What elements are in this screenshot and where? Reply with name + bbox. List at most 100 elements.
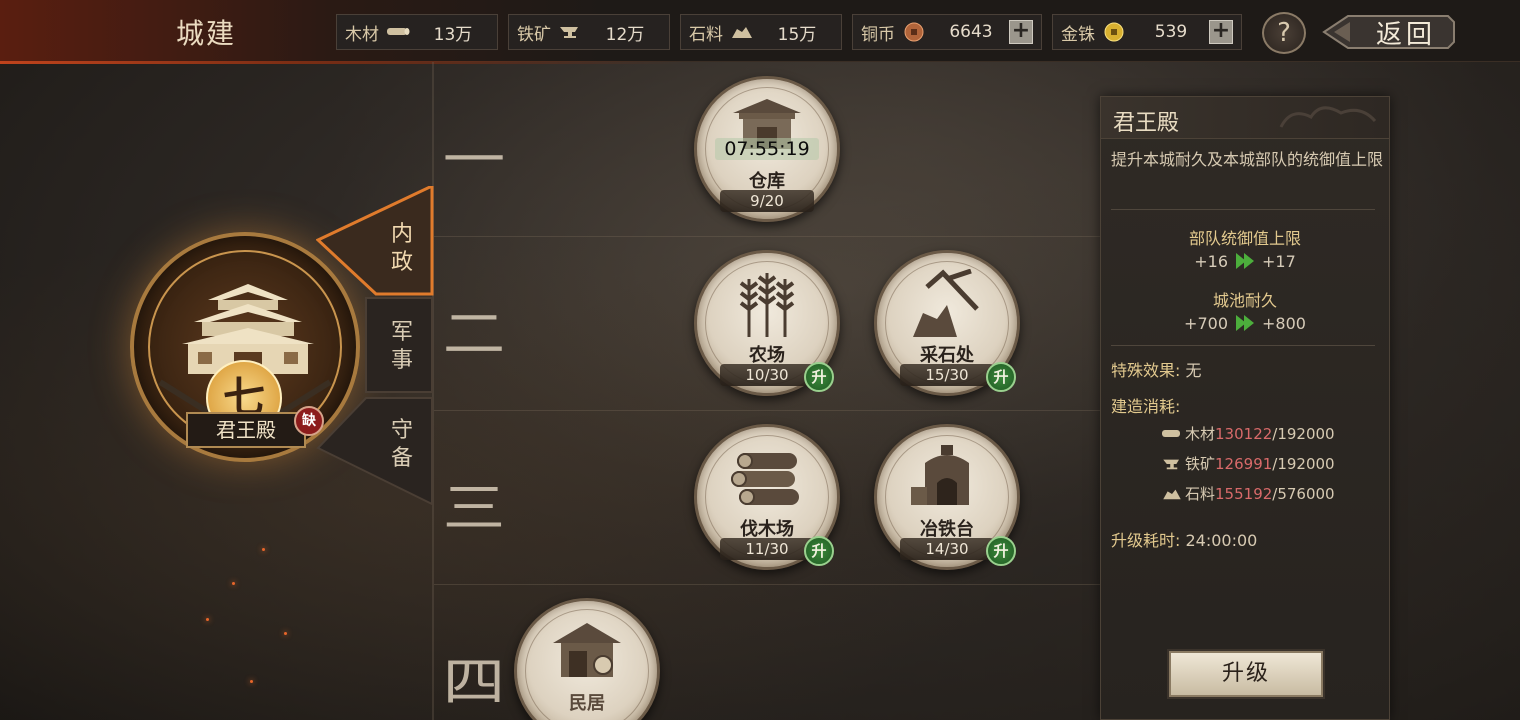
resource-label: 石料 [689, 24, 723, 45]
ember-particle [206, 618, 209, 621]
resource-value: 6643 [949, 22, 993, 42]
tab-internal-affairs[interactable]: 内 政 [372, 214, 432, 284]
resource-gold: 金铢 539 + [1052, 14, 1242, 50]
building-level: 15/30 [900, 364, 994, 386]
ember-particle [232, 582, 235, 585]
cost-name: 木材 [1185, 425, 1216, 443]
tier-label: 四 [442, 653, 506, 713]
panel-description: 提升本城耐久及本城部队的统御值上限 [1111, 150, 1384, 169]
resource-stone: 石料 15万 [680, 14, 842, 50]
main-building-name: 君王殿 [186, 412, 306, 448]
stat-to: +17 [1262, 251, 1296, 271]
stat-to: +800 [1262, 313, 1306, 333]
ember-particle [250, 680, 253, 683]
tier-divider [434, 410, 1102, 411]
tab-label: 守 [390, 418, 413, 443]
tier-label: 三 [442, 479, 506, 539]
pickaxe-icon [913, 269, 979, 337]
house-icon [553, 623, 621, 677]
tier-divider [434, 236, 1102, 237]
building-name: 民居 [569, 693, 605, 714]
furnace-icon [911, 445, 969, 505]
add-gold-button[interactable]: + [1209, 20, 1233, 44]
cost-have: 126991 [1215, 454, 1273, 473]
tab-label: 军 [390, 320, 413, 345]
resource-copper: 铜币 6643 + [852, 14, 1042, 50]
wheat-icon [739, 273, 795, 337]
special-effect-label: 特殊效果: [1111, 361, 1181, 380]
resource-wood: 木材 13万 [336, 14, 498, 50]
tab-label: 政 [390, 250, 413, 275]
stone-icon [1159, 487, 1185, 501]
logs-icon [731, 453, 799, 505]
special-effect-value: 无 [1185, 361, 1202, 380]
building-level: 10/30 [720, 364, 814, 386]
stat-change: +16 +17 [1101, 251, 1389, 271]
ember-particle [262, 548, 265, 551]
resource-iron: 铁矿 12万 [508, 14, 670, 50]
build-timer: 07:55:19 [715, 138, 819, 160]
building-level: 11/30 [720, 538, 814, 560]
tab-label: 内 [390, 222, 413, 247]
arrow-right-icon [1236, 315, 1254, 331]
building-level: 14/30 [900, 538, 994, 560]
resource-value: 15万 [777, 24, 817, 45]
building-detail-panel: 君王殿 提升本城耐久及本城部队的统御值上限 部队统御值上限 +16 +17 城池… [1100, 96, 1390, 720]
stat-from: +700 [1184, 313, 1228, 333]
wood-icon [385, 25, 411, 39]
upgrade-available-badge[interactable]: 升 [804, 536, 834, 566]
resource-value: 539 [1154, 22, 1188, 42]
resource-label: 铜币 [861, 24, 895, 45]
upgrade-time-row: 升级耗时: 24:00:00 [1111, 527, 1257, 551]
stat-change: +700 +800 [1101, 313, 1389, 333]
stat-name: 城池耐久 [1212, 291, 1277, 310]
upgrade-button[interactable]: 升级 [1169, 651, 1323, 697]
divider [1111, 345, 1375, 346]
resource-label: 木材 [345, 24, 379, 45]
resource-label: 铁矿 [517, 24, 551, 45]
divider [1111, 209, 1375, 210]
tab-label: 事 [390, 348, 413, 373]
anvil-icon [557, 24, 583, 40]
tab-defense[interactable]: 守 备 [372, 410, 432, 480]
anvil-icon [1159, 457, 1185, 471]
panel-title: 君王殿 [1113, 111, 1180, 136]
upgrade-available-badge[interactable]: 升 [986, 536, 1016, 566]
arrow-right-icon [1236, 253, 1254, 269]
cost-have: 130122 [1215, 424, 1273, 443]
tier-divider [434, 584, 1102, 585]
building-warehouse[interactable]: 07:55:19 仓库 9/20 [694, 76, 840, 222]
tier-label: 一 [442, 131, 506, 191]
copper-coin-icon [901, 22, 927, 42]
ember-particle [284, 632, 287, 635]
back-button[interactable]: 返回 [1322, 12, 1456, 52]
cost-name: 铁矿 [1185, 455, 1216, 473]
stone-icon [729, 24, 755, 40]
building-level: 9/20 [720, 190, 814, 212]
stat-name: 部队统御值上限 [1188, 229, 1301, 248]
help-button[interactable]: ? [1262, 12, 1306, 54]
cost-have: 155192 [1215, 484, 1273, 503]
resource-value: 12万 [605, 24, 645, 45]
stat-from: +16 [1194, 251, 1228, 271]
cost-row-stone: 石料 155192 /576000 [1159, 483, 1335, 504]
resource-label: 金铢 [1061, 24, 1095, 45]
cost-row-iron: 铁矿 126991 /192000 [1159, 453, 1335, 474]
panel-header: 君王殿 [1101, 97, 1389, 139]
cost-label: 建造消耗: [1111, 397, 1181, 416]
upgrade-available-badge[interactable]: 升 [804, 362, 834, 392]
resource-value: 13万 [433, 24, 473, 45]
wood-icon [1159, 428, 1185, 440]
add-copper-button[interactable]: + [1009, 20, 1033, 44]
top-bar: 城建 木材 13万 铁矿 12万 石料 15万 铜币 6643 + 金铢 539 [0, 0, 1520, 64]
page-title: 城建 [176, 17, 237, 50]
tab-label: 备 [390, 446, 413, 471]
upgrade-time-label: 升级耗时: [1111, 531, 1181, 550]
gold-coin-icon [1101, 22, 1127, 42]
tier-label: 二 [442, 305, 506, 365]
cost-row-wood: 木材 130122 /192000 [1159, 423, 1335, 444]
cost-need: /192000 [1272, 454, 1335, 473]
special-effect-row: 特殊效果: 无 [1111, 357, 1202, 381]
tab-military[interactable]: 军 事 [372, 312, 432, 382]
upgrade-available-badge[interactable]: 升 [986, 362, 1016, 392]
